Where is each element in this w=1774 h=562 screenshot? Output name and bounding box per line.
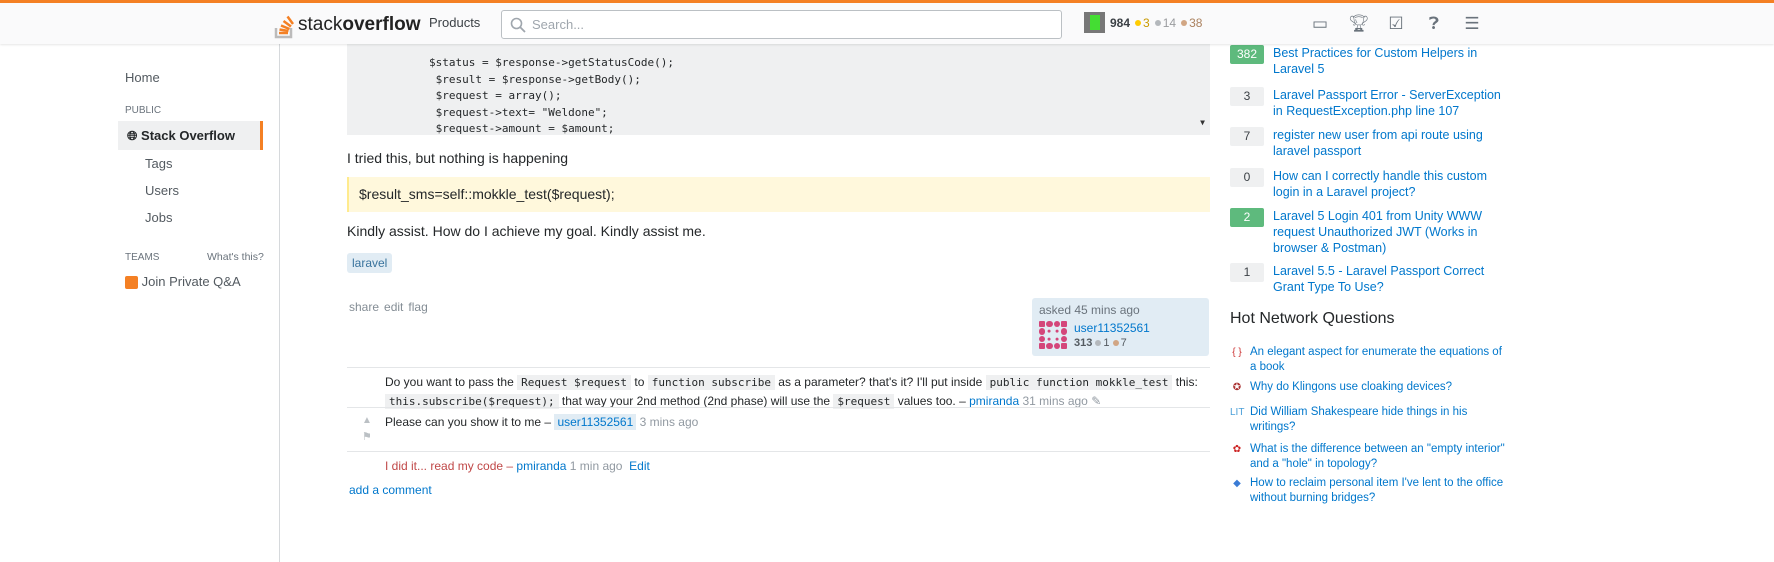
- search-input[interactable]: Search...: [501, 10, 1062, 39]
- comment-user[interactable]: pmiranda: [516, 459, 566, 473]
- products-menu[interactable]: Products: [429, 15, 480, 30]
- related-question[interactable]: 2 Laravel 5 Login 401 from Unity WWW requ…: [1230, 208, 1520, 255]
- nav-public-heading: PUBLIC: [125, 105, 162, 116]
- related-question[interactable]: 1 Laravel 5.5 - Laravel Passport Correct …: [1230, 263, 1520, 303]
- site-icon: { }: [1232, 347, 1242, 358]
- help-icon[interactable]: ❓︎: [1424, 14, 1444, 34]
- logo-icon: [274, 15, 295, 39]
- join-label: Join Private Q&A: [141, 274, 241, 289]
- comment-edit-link[interactable]: Edit: [629, 459, 650, 473]
- flag-link[interactable]: flag: [408, 300, 427, 314]
- site-icon: LIT: [1230, 407, 1245, 418]
- score-badge: 1: [1230, 263, 1264, 282]
- left-sidebar: Home PUBLIC 🌐︎ Stack Overflow Tags Users…: [110, 44, 280, 562]
- hot-network-question[interactable]: { } An elegant aspect for enumerate the e…: [1230, 345, 1510, 377]
- site-icon: ✪: [1232, 382, 1242, 393]
- hot-question-link[interactable]: Did William Shakespeare hide things in h…: [1250, 405, 1510, 435]
- flag-icon[interactable]: ⚑: [362, 428, 372, 446]
- post-paragraph: I tried this, but nothing is happening: [347, 150, 569, 166]
- avatar[interactable]: [1084, 12, 1105, 33]
- related-question[interactable]: 0 How can I correctly handle this custom …: [1230, 168, 1520, 208]
- user-card[interactable]: 984 3 14 38: [1084, 12, 1202, 33]
- site-icon: ◆: [1233, 478, 1241, 489]
- whats-this-link[interactable]: What's this?: [207, 251, 264, 263]
- reputation: 984: [1110, 15, 1131, 30]
- asked-time: asked 45 mins ago: [1039, 303, 1140, 317]
- comment-time: 1 min ago: [569, 459, 623, 473]
- code-quote: $result_sms=self::mokkle_test($request);: [347, 177, 1210, 212]
- hot-question-link[interactable]: How to reclaim personal item I've lent t…: [1250, 476, 1510, 506]
- comment: Do you want to pass the Request $request…: [347, 367, 1210, 409]
- comment-time: 3 mins ago: [639, 415, 699, 429]
- owner-rep: 313 1 7: [1074, 337, 1127, 349]
- nav-users[interactable]: Users: [145, 183, 179, 198]
- comment-time: 31 mins ago: [1022, 394, 1088, 408]
- top-bar: stack overflow Products Search... 984 3 1…: [0, 0, 1774, 44]
- related-question-link[interactable]: Laravel 5.5 - Laravel Passport Correct G…: [1273, 263, 1513, 295]
- nav-jobs[interactable]: Jobs: [145, 210, 172, 225]
- achievements-icon[interactable]: 🏆︎: [1348, 14, 1370, 34]
- hot-network-title: Hot Network Questions: [1230, 310, 1395, 327]
- nav-tags[interactable]: Tags: [145, 156, 172, 171]
- comment-user[interactable]: pmiranda: [969, 394, 1019, 408]
- join-private-qa[interactable]: Join Private Q&A: [125, 274, 241, 290]
- score-badge: 2: [1230, 208, 1264, 227]
- nav-label: Stack Overflow: [141, 128, 235, 143]
- hot-network-question[interactable]: ◆ How to reclaim personal item I've lent …: [1230, 476, 1510, 508]
- score-badge: 0: [1230, 168, 1264, 187]
- nav-home[interactable]: Home: [125, 70, 160, 85]
- score-badge: 3: [1230, 87, 1264, 106]
- related-question-link[interactable]: Laravel 5 Login 401 from Unity WWW reque…: [1273, 208, 1513, 256]
- review-icon[interactable]: ☑: [1386, 14, 1406, 34]
- code-text: $status = $response->getStatusCode(); $r…: [429, 56, 675, 135]
- hot-question-link[interactable]: What is the difference between an "empty…: [1250, 442, 1510, 472]
- nav-stackoverflow-label: 🌐︎ Stack Overflow: [127, 128, 235, 144]
- owner-card: asked 45 mins ago user11352561 313 1 7: [1032, 298, 1209, 356]
- user-avatar[interactable]: [1039, 321, 1067, 349]
- add-comment-link[interactable]: add a comment: [349, 483, 432, 497]
- related-question-link[interactable]: How can I correctly handle this custom l…: [1273, 168, 1513, 200]
- share-link[interactable]: share: [349, 300, 379, 314]
- globe-icon: 🌐︎: [127, 128, 138, 143]
- comment: ▲ ⚑ Please can you show it to me – user1…: [347, 407, 1210, 451]
- comments-list: Do you want to pass the Request $request…: [347, 367, 1210, 478]
- teams-icon: [125, 276, 138, 290]
- nav-teams-heading: TEAMS: [125, 252, 160, 263]
- score-badge: 382: [1230, 45, 1264, 64]
- hot-network-question[interactable]: LIT Did William Shakespeare hide things i…: [1230, 405, 1510, 437]
- related-question[interactable]: 3 Laravel Passport Error - ServerExceptio…: [1230, 87, 1520, 127]
- edit-link[interactable]: edit: [384, 300, 403, 314]
- scroll-down-arrow[interactable]: ▼: [1200, 115, 1205, 132]
- edit-pencil-icon[interactable]: ✎: [1091, 394, 1101, 408]
- related-question-link[interactable]: Best Practices for Custom Helpers in Lar…: [1273, 45, 1513, 77]
- related-question[interactable]: 7 register new user from api route using …: [1230, 127, 1520, 167]
- bronze-badges: 38: [1181, 16, 1202, 30]
- score-badge: 7: [1230, 127, 1264, 146]
- inbox-icon[interactable]: ▭: [1310, 14, 1330, 34]
- search-icon: [510, 17, 526, 33]
- comment-user[interactable]: user11352561: [554, 414, 637, 430]
- silver-badges: 14: [1154, 16, 1176, 30]
- tag-laravel[interactable]: laravel: [347, 253, 393, 273]
- related-question[interactable]: 382 Best Practices for Custom Helpers in …: [1230, 45, 1520, 85]
- code-block[interactable]: $status = $response->getStatusCode(); $r…: [347, 44, 1210, 135]
- post-paragraph: Kindly assist. How do I achieve my goal.…: [347, 223, 706, 239]
- stackoverflow-logo[interactable]: stack overflow: [274, 11, 420, 39]
- search-placeholder: Search...: [532, 17, 585, 32]
- gold-badges: 3: [1135, 16, 1150, 30]
- comment: I did it... read my code – pmiranda 1 mi…: [347, 451, 1210, 478]
- site-icon: ✿: [1232, 444, 1242, 455]
- related-question-link[interactable]: register new user from api route using l…: [1273, 127, 1513, 159]
- owner-name[interactable]: user11352561: [1074, 321, 1150, 335]
- hot-question-link[interactable]: An elegant aspect for enumerate the equa…: [1250, 345, 1510, 375]
- related-question-link[interactable]: Laravel Passport Error - ServerException…: [1273, 87, 1513, 119]
- site-switcher-icon[interactable]: ☰: [1462, 14, 1482, 34]
- logo-text: stack: [298, 14, 343, 35]
- logo-text-bold: overflow: [342, 14, 421, 35]
- hot-network-question[interactable]: ✿ What is the difference between an "empt…: [1230, 442, 1510, 474]
- hot-question-link[interactable]: Why do Klingons use cloaking devices?: [1250, 380, 1510, 395]
